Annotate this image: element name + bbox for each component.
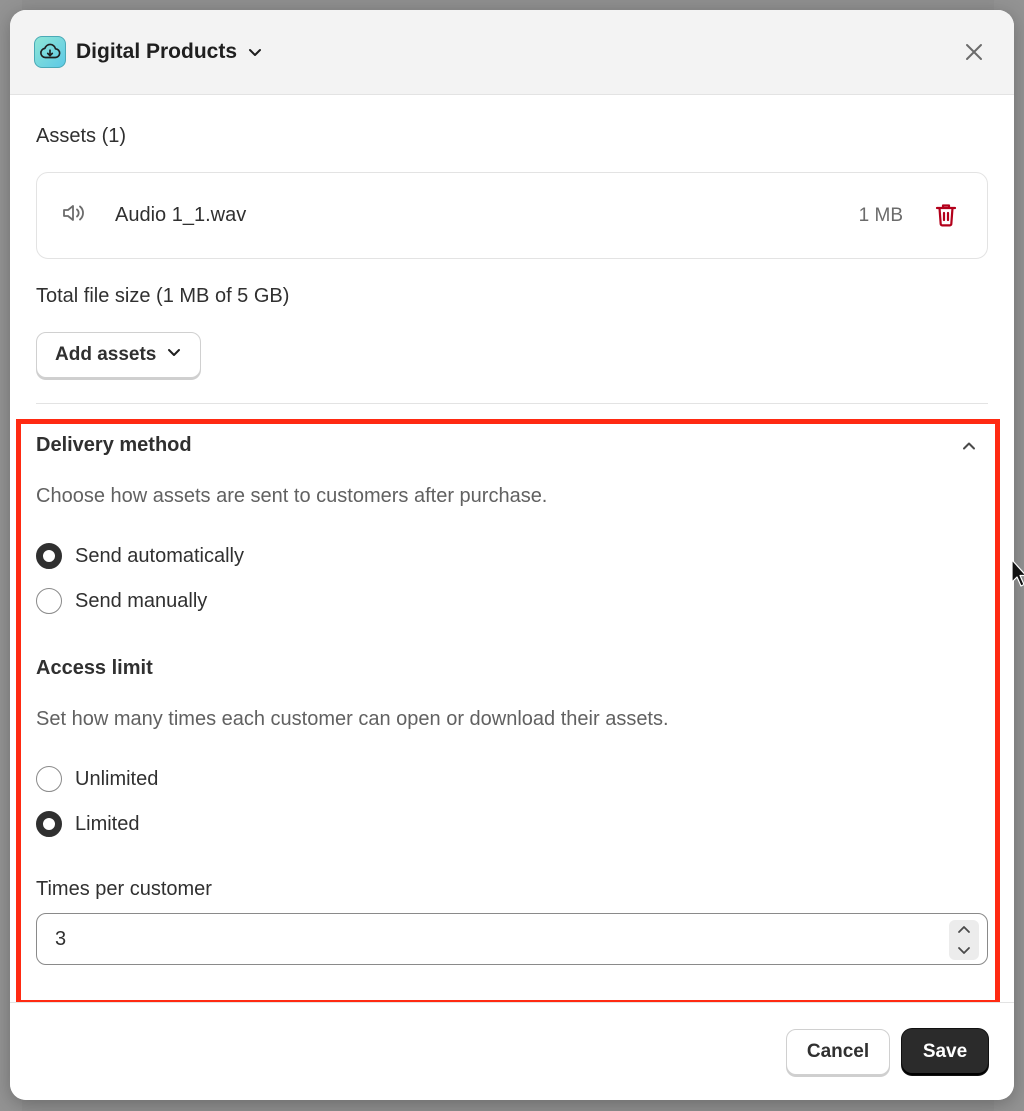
radio-button[interactable] xyxy=(36,766,62,792)
app-icon xyxy=(34,36,66,68)
cloud-download-icon xyxy=(40,43,61,59)
chevron-up-icon[interactable] xyxy=(960,437,978,455)
chevron-down-icon[interactable] xyxy=(247,44,263,60)
assets-heading: Assets (1) xyxy=(36,125,127,147)
times-per-customer-value: 3 xyxy=(55,927,67,950)
radio-label: Send manually xyxy=(75,589,208,612)
chevron-down-icon xyxy=(166,344,182,366)
modal-header: Digital Products xyxy=(10,10,1014,95)
speaker-icon xyxy=(61,202,87,229)
asset-name: Audio 1_1.wav xyxy=(115,204,247,226)
asset-item: Audio 1_1.wav 1 MB xyxy=(36,172,988,259)
times-per-customer-input[interactable]: 3 xyxy=(36,913,988,965)
cancel-button[interactable]: Cancel xyxy=(786,1029,890,1075)
close-icon xyxy=(966,44,982,60)
radio-send-manually[interactable]: Send manually xyxy=(36,583,988,619)
number-stepper[interactable] xyxy=(949,920,979,960)
asset-size: 1 MB xyxy=(858,204,903,226)
mouse-cursor-icon xyxy=(1011,559,1024,592)
modal-footer: Cancel Save xyxy=(10,1002,1014,1100)
radio-send-automatically[interactable]: Send automatically xyxy=(36,538,988,574)
radio-label: Send automatically xyxy=(75,544,244,567)
trash-icon xyxy=(935,204,957,227)
modal-title[interactable]: Digital Products xyxy=(76,40,237,64)
delivery-section-header: Delivery method xyxy=(36,434,988,457)
digital-products-modal: Digital Products Assets (1) Audio 1_1.wa… xyxy=(10,10,1014,1100)
modal-body: Assets (1) Audio 1_1.wav 1 MB Total file… xyxy=(10,125,1014,965)
access-limit-description: Set how many times each customer can ope… xyxy=(36,708,669,730)
total-file-size: Total file size (1 MB of 5 GB) xyxy=(36,285,290,307)
close-button[interactable] xyxy=(962,40,986,64)
delete-asset-button[interactable] xyxy=(935,203,957,232)
access-limit-title: Access limit xyxy=(36,657,153,679)
delivery-method-title: Delivery method xyxy=(36,434,192,456)
save-button[interactable]: Save xyxy=(902,1029,988,1075)
times-per-customer-label: Times per customer xyxy=(36,878,212,900)
delivery-options: Send automatically Send manually xyxy=(36,538,988,619)
radio-button[interactable] xyxy=(36,543,62,569)
radio-button[interactable] xyxy=(36,588,62,614)
chevron-down-icon[interactable] xyxy=(957,945,971,955)
access-options: Unlimited Limited xyxy=(36,761,988,842)
add-assets-button[interactable]: Add assets xyxy=(36,332,202,378)
section-divider xyxy=(36,403,988,404)
radio-unlimited[interactable]: Unlimited xyxy=(36,761,988,797)
delivery-method-description: Choose how assets are sent to customers … xyxy=(36,485,548,507)
radio-label: Unlimited xyxy=(75,767,159,790)
add-assets-label: Add assets xyxy=(55,344,157,365)
chevron-up-icon[interactable] xyxy=(957,925,971,935)
radio-button[interactable] xyxy=(36,811,62,837)
radio-limited[interactable]: Limited xyxy=(36,806,988,842)
radio-label: Limited xyxy=(75,812,140,835)
